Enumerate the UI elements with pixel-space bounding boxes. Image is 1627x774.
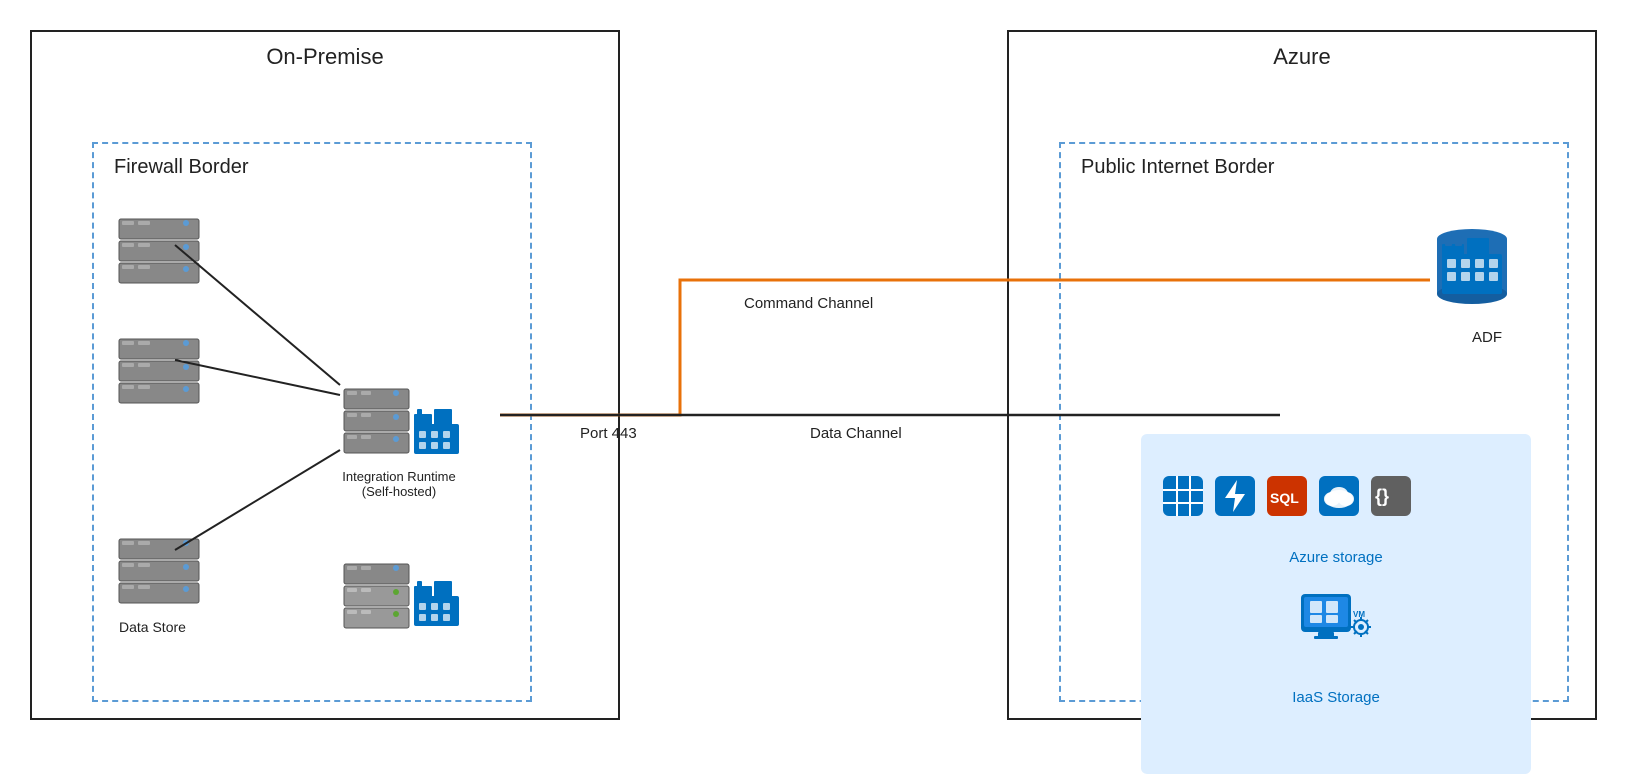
azure-title: Azure — [1273, 44, 1330, 70]
azure-storage-box: SQL {} — [1141, 434, 1531, 774]
firewall-border-title: Firewall Border — [114, 156, 248, 179]
iaas-storage-label: IaaS Storage — [1292, 689, 1380, 706]
iaas-storage-icon: VM — [1296, 589, 1376, 669]
event-hub-icon — [1213, 474, 1257, 518]
svg-text:{}: {} — [1375, 486, 1389, 506]
public-border-box: Public Internet Border — [1059, 142, 1569, 702]
azure-box: Azure Public Internet Border — [1007, 30, 1597, 720]
ir-server-2 — [339, 559, 414, 634]
svg-text:VM: VM — [1353, 610, 1365, 619]
data-store-label: Data Store — [119, 619, 186, 635]
storage-icons-row: SQL {} — [1161, 474, 1413, 518]
command-channel-label: Command Channel — [744, 295, 873, 312]
server-bottom-1 — [114, 534, 204, 609]
server-middle-1 — [114, 334, 204, 409]
public-border-title: Public Internet Border — [1081, 156, 1274, 179]
onpremise-title: On-Premise — [266, 44, 383, 70]
port-label: Port 443 — [580, 425, 637, 442]
adf-label: ADF — [1472, 329, 1502, 346]
ir-label: Integration Runtime (Self-hosted) — [334, 469, 464, 499]
onpremise-box: On-Premise Firewall Border — [30, 30, 620, 720]
firewall-border-box: Firewall Border — [92, 142, 532, 702]
sql-icon: SQL — [1265, 474, 1309, 518]
ir-adf-mini-icon-2 — [409, 576, 464, 631]
grid-icon — [1161, 474, 1205, 518]
azure-storage-label: Azure storage — [1289, 549, 1382, 566]
adf-icon — [1427, 224, 1517, 324]
data-channel-label: Data Channel — [810, 425, 902, 442]
cloud-storage-icon — [1317, 474, 1361, 518]
json-icon: {} — [1369, 474, 1413, 518]
ir-server — [339, 384, 414, 459]
ir-adf-mini-icon — [409, 404, 464, 459]
svg-text:SQL: SQL — [1270, 490, 1299, 506]
server-top-1 — [114, 214, 204, 289]
diagram-container: { "onpremise": { "title": "On-Premise", … — [0, 0, 1627, 754]
